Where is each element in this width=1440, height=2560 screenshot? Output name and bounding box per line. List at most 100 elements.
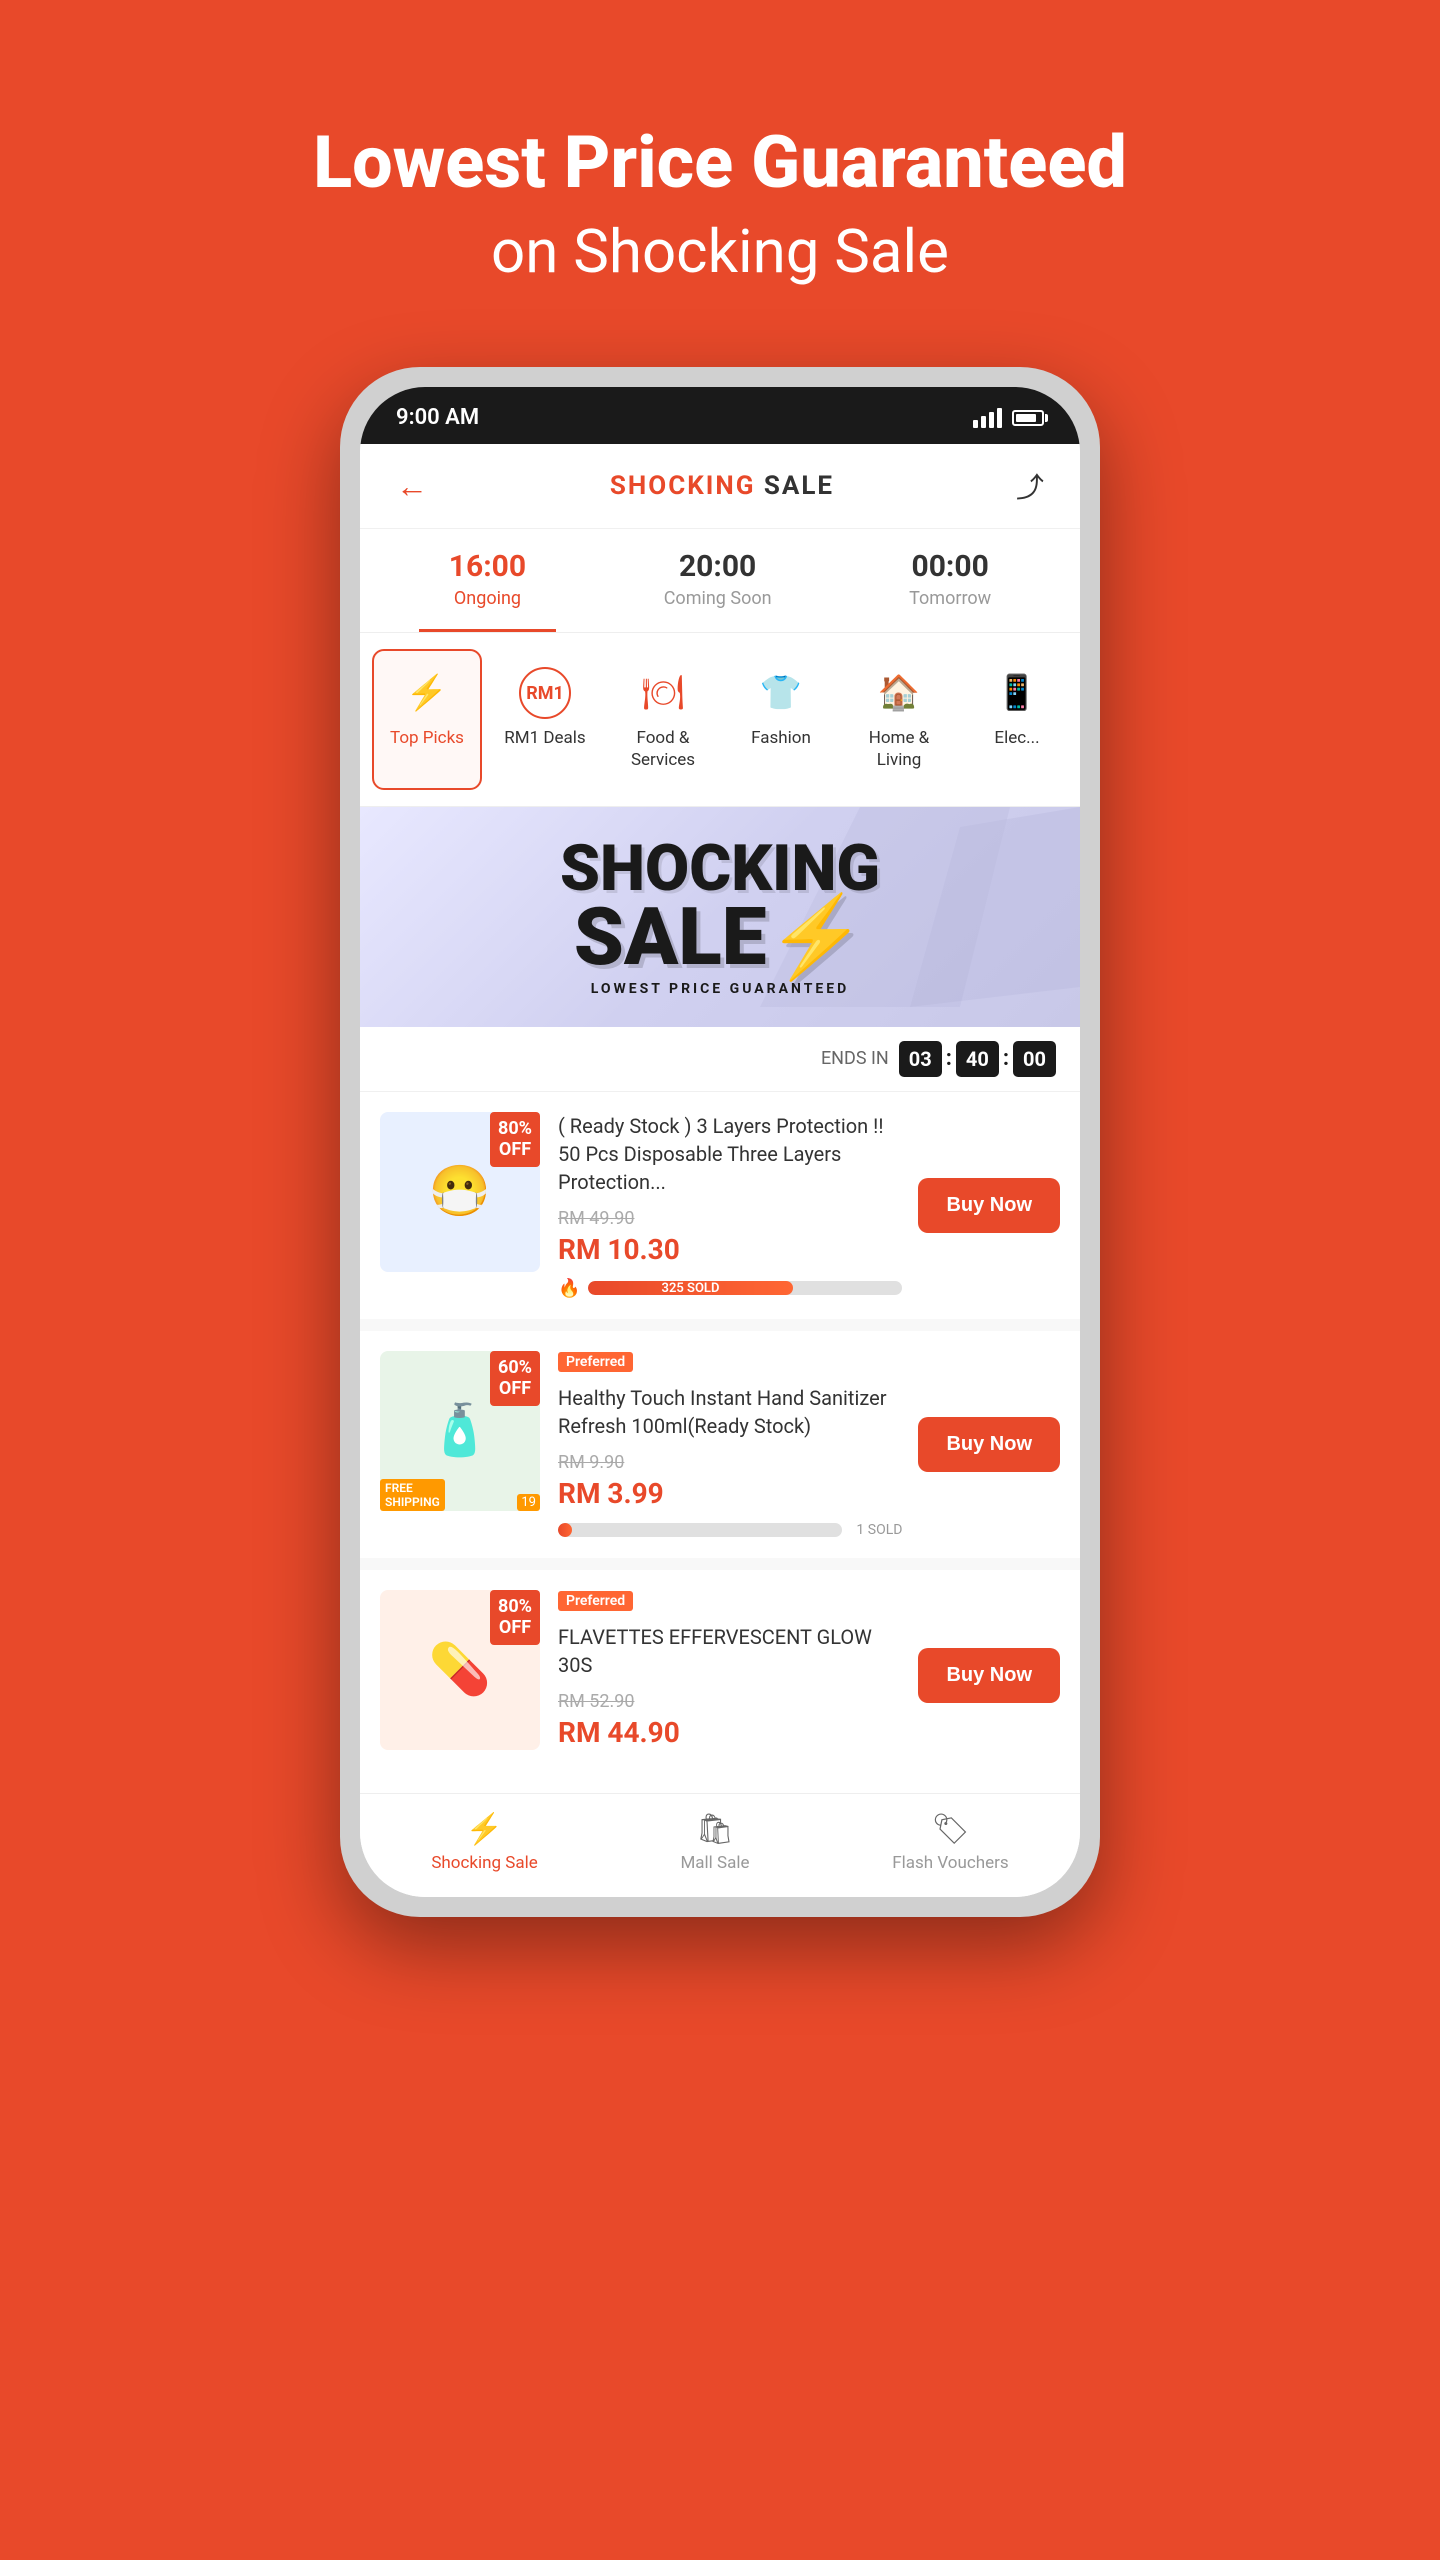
banner-sub: LOWEST PRICE GUARANTEED <box>560 981 880 997</box>
timer-row: ENDS IN 03 : 40 : 00 <box>360 1027 1080 1092</box>
share-button[interactable]: ⤴ <box>1016 466 1044 506</box>
cat-label-top-picks: Top Picks <box>390 727 464 749</box>
time-0000: 00:00 <box>909 549 991 584</box>
battery-icon <box>1012 410 1044 426</box>
sale-price-2: RM 3.99 <box>558 1477 902 1510</box>
flash-vouchers-nav-icon: 🏷 <box>931 1812 969 1847</box>
time-tab-2000[interactable]: 20:00 Coming Soon <box>634 529 802 632</box>
mall-sale-nav-label: Mall Sale <box>680 1853 749 1873</box>
fashion-icon: 👕 <box>755 667 807 719</box>
back-button[interactable]: ← <box>396 467 428 505</box>
original-price-3: RM 52.90 <box>558 1691 902 1712</box>
status-time: 9:00 AM <box>396 405 479 430</box>
time-tab-1600[interactable]: 16:00 Ongoing <box>419 529 556 632</box>
product-details-3: Preferred FLAVETTES EFFERVESCENT GLOW 30… <box>558 1590 902 1761</box>
app-screen: ← SHOCKING SALE ⤴ 16:00 Ongoing 20:00 Co… <box>360 444 1080 1896</box>
cat-tab-rm1-deals[interactable]: RM1 RM1 Deals <box>490 649 600 789</box>
timer-hours: 03 <box>899 1041 942 1077</box>
progress-fill-2 <box>558 1523 572 1537</box>
product-details-1: ( Ready Stock ) 3 Layers Protection !! 5… <box>558 1112 902 1299</box>
top-picks-icon: ⚡ <box>401 667 453 719</box>
preferred-badge-2: Preferred <box>558 1352 633 1372</box>
product-image-3: 💊 80% OFF <box>380 1590 540 1750</box>
product-row-1: ( Ready Stock ) 3 Layers Protection !! 5… <box>558 1112 1060 1299</box>
signal-icon <box>973 408 1002 428</box>
banner-lightning: ⚡ <box>767 890 867 984</box>
page-title: SHOCKING SALE <box>610 471 834 501</box>
sold-count-2: 1 SOLD <box>856 1522 902 1538</box>
timer-sep-1: : <box>946 1046 952 1071</box>
progress-fill-1: 325 SOLD <box>588 1281 792 1295</box>
sale-price-1: RM 10.30 <box>558 1233 902 1266</box>
bottom-nav: ⚡ Shocking Sale 🛍 Mall Sale 🏷 Flash Vouc… <box>360 1793 1080 1897</box>
sale-banner: SHOCKING SALE⚡ LOWEST PRICE GUARANTEED <box>360 807 1080 1027</box>
timer-minutes: 40 <box>956 1041 999 1077</box>
buy-now-button-2[interactable]: Buy Now <box>918 1417 1060 1472</box>
nav-shocking-sale[interactable]: ⚡ Shocking Sale <box>431 1812 537 1873</box>
product-card-3: 💊 80% OFF Preferred FLAVETT <box>360 1570 1080 1781</box>
cat-tab-fashion[interactable]: 👕 Fashion <box>726 649 836 789</box>
progress-row-2: 1 SOLD <box>558 1522 902 1538</box>
product-info-1: ( Ready Stock ) 3 Layers Protection !! 5… <box>558 1112 1060 1299</box>
banner-sale: SALE <box>574 890 767 984</box>
product-list: 😷 80% OFF ( Ready Stock ) 3 Layers Prote… <box>360 1092 1080 1781</box>
sold-count-1: 325 SOLD <box>662 1281 720 1295</box>
progress-bar-1: 325 SOLD <box>588 1281 902 1295</box>
discount-badge-3: 80% OFF <box>490 1590 540 1645</box>
phone-screen: 9:00 AM ← SHOCKING SALE <box>360 387 1080 1896</box>
food-services-icon: 🍽 <box>637 667 689 719</box>
buy-now-button-1[interactable]: Buy Now <box>918 1178 1060 1233</box>
status-right <box>973 408 1044 428</box>
product-info-2: Preferred Healthy Touch Instant Hand San… <box>558 1351 1060 1538</box>
banner-content: SHOCKING SALE⚡ LOWEST PRICE GUARANTEED <box>390 837 1050 997</box>
small-num-2: 19 <box>517 1494 540 1511</box>
product-name-1: ( Ready Stock ) 3 Layers Protection !! 5… <box>558 1112 902 1196</box>
shocking-sale-nav-icon: ⚡ <box>466 1812 503 1847</box>
app-header: ← SHOCKING SALE ⤴ <box>360 444 1080 529</box>
hero-subtitle: on Shocking Sale <box>491 216 949 287</box>
title-sale: SALE <box>755 471 834 501</box>
product-details-2: Preferred Healthy Touch Instant Hand San… <box>558 1351 902 1538</box>
cat-tab-electronics[interactable]: 📱 Elec... <box>962 649 1072 789</box>
product-image-1: 😷 80% OFF <box>380 1112 540 1272</box>
ends-in-label: ENDS IN <box>821 1048 889 1069</box>
category-tabs: ⚡ Top Picks RM1 RM1 Deals 🍽 Food & Servi… <box>360 633 1080 806</box>
cat-label-home-living: Home & Living <box>856 727 942 771</box>
cat-tab-top-picks[interactable]: ⚡ Top Picks <box>372 649 482 789</box>
label-tomorrow: Tomorrow <box>909 588 991 609</box>
sale-price-3: RM 44.90 <box>558 1716 902 1749</box>
shocking-sale-logo: SHOCKING SALE⚡ LOWEST PRICE GUARANTEED <box>560 837 880 997</box>
product-image-2: 🧴 60% OFF FREESHIPPING 19 <box>380 1351 540 1511</box>
time-tab-0000[interactable]: 00:00 Tomorrow <box>879 529 1021 632</box>
cat-label-fashion: Fashion <box>751 727 811 749</box>
progress-bar-2 <box>558 1523 842 1537</box>
timer-sep-2: : <box>1003 1046 1009 1071</box>
status-bar: 9:00 AM <box>360 387 1080 444</box>
mall-sale-nav-icon: 🛍 <box>696 1812 734 1847</box>
timer-display: 03 : 40 : 00 <box>899 1041 1056 1077</box>
free-shipping-badge-2: FREESHIPPING <box>380 1479 445 1511</box>
original-price-1: RM 49.90 <box>558 1208 902 1229</box>
product-card-1: 😷 80% OFF ( Ready Stock ) 3 Layers Prote… <box>360 1092 1080 1319</box>
flash-vouchers-nav-label: Flash Vouchers <box>892 1853 1008 1873</box>
hero-title: Lowest Price Guaranteed <box>313 120 1127 206</box>
cat-tab-food-services[interactable]: 🍽 Food & Services <box>608 649 718 789</box>
product-name-3: FLAVETTES EFFERVESCENT GLOW 30S <box>558 1623 902 1679</box>
phone-mockup: 9:00 AM ← SHOCKING SALE <box>340 367 1100 1916</box>
cat-tab-home-living[interactable]: 🏠 Home & Living <box>844 649 954 789</box>
product-info-3: Preferred FLAVETTES EFFERVESCENT GLOW 30… <box>558 1590 1060 1761</box>
time-tabs: 16:00 Ongoing 20:00 Coming Soon 00:00 To… <box>360 529 1080 633</box>
progress-row-1: 🔥 325 SOLD <box>558 1278 902 1299</box>
electronics-icon: 📱 <box>991 667 1043 719</box>
product-row-3: Preferred FLAVETTES EFFERVESCENT GLOW 30… <box>558 1590 1060 1761</box>
product-card-2: 🧴 60% OFF FREESHIPPING 19 Preferred <box>360 1331 1080 1558</box>
discount-badge-2: 60% OFF <box>490 1351 540 1406</box>
buy-now-button-3[interactable]: Buy Now <box>918 1648 1060 1703</box>
home-living-icon: 🏠 <box>873 667 925 719</box>
shocking-sale-nav-label: Shocking Sale <box>431 1853 537 1873</box>
nav-mall-sale[interactable]: 🛍 Mall Sale <box>680 1812 749 1873</box>
cat-label-food-services: Food & Services <box>620 727 706 771</box>
nav-flash-vouchers[interactable]: 🏷 Flash Vouchers <box>892 1812 1008 1873</box>
timer-seconds: 00 <box>1013 1041 1056 1077</box>
time-1600: 16:00 <box>449 549 526 584</box>
